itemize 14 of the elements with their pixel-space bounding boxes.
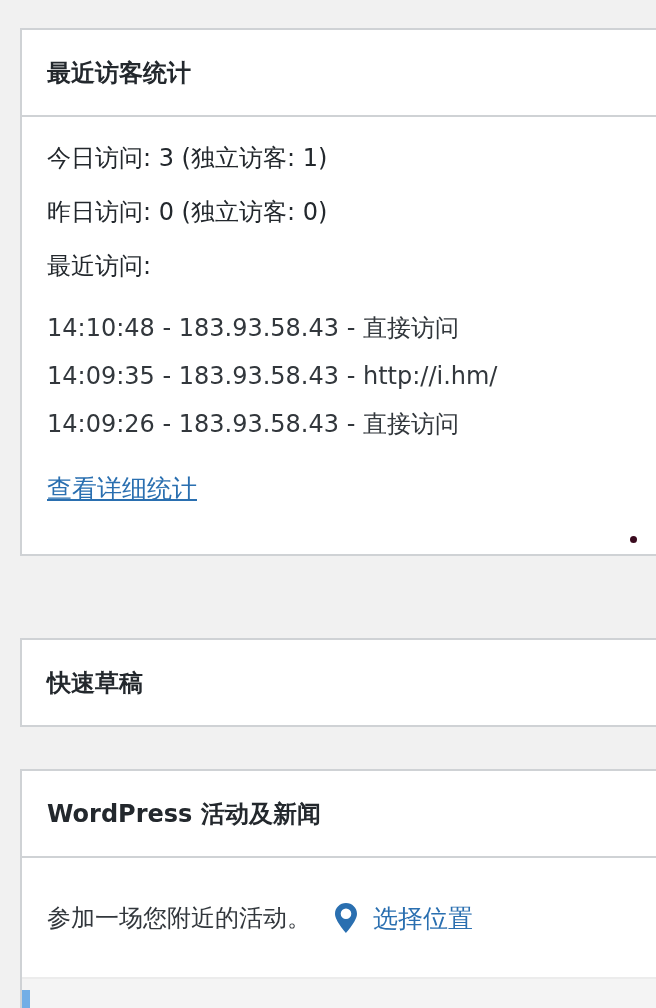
stat-line: 昨日访问: 0 (独立访客: 0): [47, 197, 329, 228]
widget-title: 最近访客统计: [47, 57, 191, 89]
visit-entry: 14:10:48 - 183.93.58.43 - 直接访问: [47, 313, 460, 344]
stat-line: 今日访问: 3 (独立访客: 1): [47, 143, 329, 174]
events-prompt: 参加一场您附近的活动。: [47, 903, 311, 934]
details-link[interactable]: 查看详细统计: [47, 474, 197, 503]
visit-entry: 14:09:35 - 183.93.58.43 - http://i.hm/: [47, 361, 499, 392]
stat-line: 最近访问:: [47, 251, 153, 282]
visit-entry: 14:09:26 - 183.93.58.43 - 直接访问: [47, 409, 460, 440]
location-pin-icon[interactable]: [335, 903, 357, 933]
dot-icon: [630, 536, 637, 543]
widget-title: 快速草稿: [47, 667, 143, 699]
choose-location-link[interactable]: 选择位置: [373, 901, 473, 935]
widget-title: WordPress 活动及新闻: [47, 798, 321, 830]
